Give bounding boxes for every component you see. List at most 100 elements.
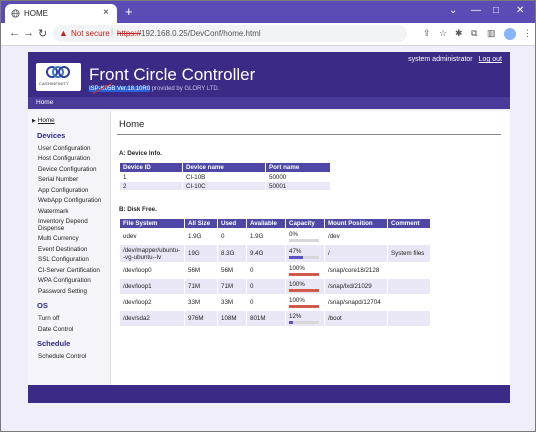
section-devices: Devices bbox=[37, 131, 66, 140]
sidebar-item-watermark[interactable]: Watermark bbox=[38, 208, 69, 216]
title-divider bbox=[117, 134, 501, 135]
sidebar-item-dispense[interactable]: Dispense bbox=[38, 225, 64, 233]
cell-mount-position: /snap/lxd/21029 bbox=[324, 278, 388, 295]
cell-all-size: 976M bbox=[184, 310, 218, 327]
sidebar-item-host-configuration[interactable]: Host Configuration bbox=[38, 155, 90, 163]
security-label[interactable]: Not secure bbox=[71, 29, 110, 38]
browser-window: HOME × + ⌄ — □ ✕ ← → ↻ ▲ Not secure | ht… bbox=[0, 0, 536, 432]
sidebar-item-webapp-configuration[interactable]: WebApp Configuration bbox=[38, 197, 101, 205]
tab-home[interactable]: HOME × bbox=[5, 4, 117, 23]
sidebar-item-password-setting[interactable]: Password Setting bbox=[38, 288, 87, 296]
cell-used: 8.3G bbox=[217, 244, 247, 263]
capacity-percent: 100% bbox=[289, 265, 305, 272]
chevron-down-icon[interactable]: ⌄ bbox=[449, 5, 457, 16]
sidebar-item-schedule-control[interactable]: Schedule Control bbox=[38, 353, 86, 361]
cell-available: 0 bbox=[246, 294, 286, 311]
tab-title: HOME bbox=[24, 9, 48, 18]
side-panel-icon[interactable]: ▥ bbox=[487, 28, 496, 39]
arrow-right-icon: ▶ bbox=[32, 118, 36, 124]
profile-avatar-icon[interactable] bbox=[504, 28, 516, 40]
capacity-bar-fill bbox=[289, 305, 319, 308]
version-text: ISP-K05B Ver.18.10R0 provided by GLORY L… bbox=[89, 86, 219, 92]
address-bar[interactable]: ▲ Not secure | https://192.168.0.25/DevC… bbox=[53, 25, 407, 42]
sidebar-item-device-configuration[interactable]: Device Configuration bbox=[38, 166, 96, 174]
footer-bar bbox=[28, 385, 510, 403]
table-header-cell: Comment bbox=[387, 218, 431, 229]
capacity-bar bbox=[289, 273, 319, 276]
star-icon[interactable]: ☆ bbox=[439, 28, 447, 39]
capacity-bar bbox=[289, 321, 319, 324]
logout-link[interactable]: Log out bbox=[479, 56, 502, 63]
separator: | bbox=[111, 27, 114, 36]
table-row: /dev/mapper/ubuntu- -vg-ubuntu--lv 19G 8.3G… bbox=[119, 244, 431, 263]
table-cell: CI-10B bbox=[182, 172, 266, 182]
cell-mount-position: /snap/snapd/12704 bbox=[324, 294, 388, 311]
cell-available: 0 bbox=[246, 262, 286, 279]
close-tab-icon[interactable]: × bbox=[103, 7, 109, 18]
user-name: system administrator bbox=[408, 56, 473, 63]
cell-mount-position: /snap/core18/2128 bbox=[324, 262, 388, 279]
extension-icon[interactable]: ✱ bbox=[455, 28, 463, 39]
share-icon[interactable]: ⇪ bbox=[423, 28, 431, 39]
browser-toolbar: ← → ↻ ▲ Not secure | https://192.168.0.2… bbox=[1, 23, 535, 46]
back-icon[interactable]: ← bbox=[9, 27, 20, 39]
table-header-cell: Capacity bbox=[285, 218, 325, 229]
table-cell: CI-10C bbox=[182, 181, 266, 191]
sidebar-item-ci-server-certification[interactable]: CI-Server Certification bbox=[38, 267, 100, 275]
globe-icon bbox=[11, 9, 20, 18]
cell-comment bbox=[387, 294, 431, 311]
cell-mount-position: / bbox=[324, 244, 388, 263]
cell-file-system: /dev/loop0 bbox=[119, 262, 185, 279]
sidebar-item-date-control[interactable]: Date Control bbox=[38, 326, 73, 334]
table-row: /dev/sda2 976M 108M 801M 12% /boot bbox=[119, 310, 431, 327]
warning-icon[interactable]: ▲ bbox=[59, 28, 68, 38]
section-os: OS bbox=[37, 301, 48, 310]
table-header-cell: All Size bbox=[184, 218, 218, 229]
cell-used: 71M bbox=[217, 278, 247, 295]
capacity-percent: 100% bbox=[289, 281, 305, 288]
cell-all-size: 71M bbox=[184, 278, 218, 295]
logo-rings-icon bbox=[46, 66, 70, 78]
url-text[interactable]: https://192.168.0.25/DevConf/home.html bbox=[117, 29, 261, 38]
sidebar-item-serial-number[interactable]: Serial Number bbox=[38, 176, 78, 184]
forward-icon[interactable]: → bbox=[23, 27, 34, 39]
menu-icon[interactable]: ⋮ bbox=[523, 28, 532, 39]
device-info-table: Device ID Device name Port name 1 CI-10B 500… bbox=[119, 162, 331, 191]
cell-mount-position: /dev bbox=[324, 228, 388, 245]
sidebar-item-home[interactable]: ▶ Home bbox=[32, 117, 55, 124]
extensions-puzzle-icon[interactable]: ⧉ bbox=[471, 28, 477, 39]
sidebar-item-user-configuration[interactable]: User Configuration bbox=[38, 145, 91, 153]
new-tab-button[interactable]: + bbox=[125, 4, 133, 19]
subnav-home-link[interactable]: Home bbox=[36, 99, 53, 106]
sidebar-item-app-configuration[interactable]: App Configuration bbox=[38, 187, 88, 195]
cell-capacity: 12% bbox=[285, 310, 325, 327]
sidebar-item-turn-off[interactable]: Turn off bbox=[38, 315, 59, 323]
table-cell: 1 bbox=[119, 172, 183, 182]
sidebar-item-event-destination[interactable]: Event Destination bbox=[38, 246, 87, 254]
capacity-bar-fill bbox=[289, 321, 293, 324]
capacity-bar bbox=[289, 239, 319, 242]
table-header-cell: Used bbox=[217, 218, 247, 229]
cell-available: 9.4G bbox=[246, 244, 286, 263]
section-schedule: Schedule bbox=[37, 339, 71, 348]
subnav-bar: Home bbox=[28, 97, 510, 109]
maximize-icon[interactable]: □ bbox=[493, 5, 499, 16]
logo-text: CASHINFINITY bbox=[39, 81, 70, 86]
table-cell: 50001 bbox=[265, 181, 331, 191]
cell-file-system: /dev/sda2 bbox=[119, 310, 185, 327]
sidebar-item-wpa-configuration[interactable]: WPA Configuration bbox=[38, 277, 91, 285]
cell-comment bbox=[387, 262, 431, 279]
tab-strip: HOME × + ⌄ — □ ✕ bbox=[1, 1, 535, 23]
close-window-icon[interactable]: ✕ bbox=[516, 5, 524, 16]
table-cell: 50000 bbox=[265, 172, 331, 182]
reload-icon[interactable]: ↻ bbox=[38, 27, 47, 40]
user-bar: system administrator Log out bbox=[408, 56, 502, 63]
sidebar-item-multi-currency[interactable]: Multi Currency bbox=[38, 235, 79, 243]
table-cell: 2 bbox=[119, 181, 183, 191]
table-header-cell: Mount Position bbox=[324, 218, 388, 229]
device-table-header: Device ID Device name Port name bbox=[119, 162, 331, 173]
minimize-icon[interactable]: — bbox=[471, 5, 481, 16]
cell-used: 33M bbox=[217, 294, 247, 311]
table-row: /dev/loop2 33M 33M 0 100%/snap/snapd/12704 bbox=[119, 294, 431, 311]
sidebar-item-ssl-configuration[interactable]: SSL Configuration bbox=[38, 256, 89, 264]
